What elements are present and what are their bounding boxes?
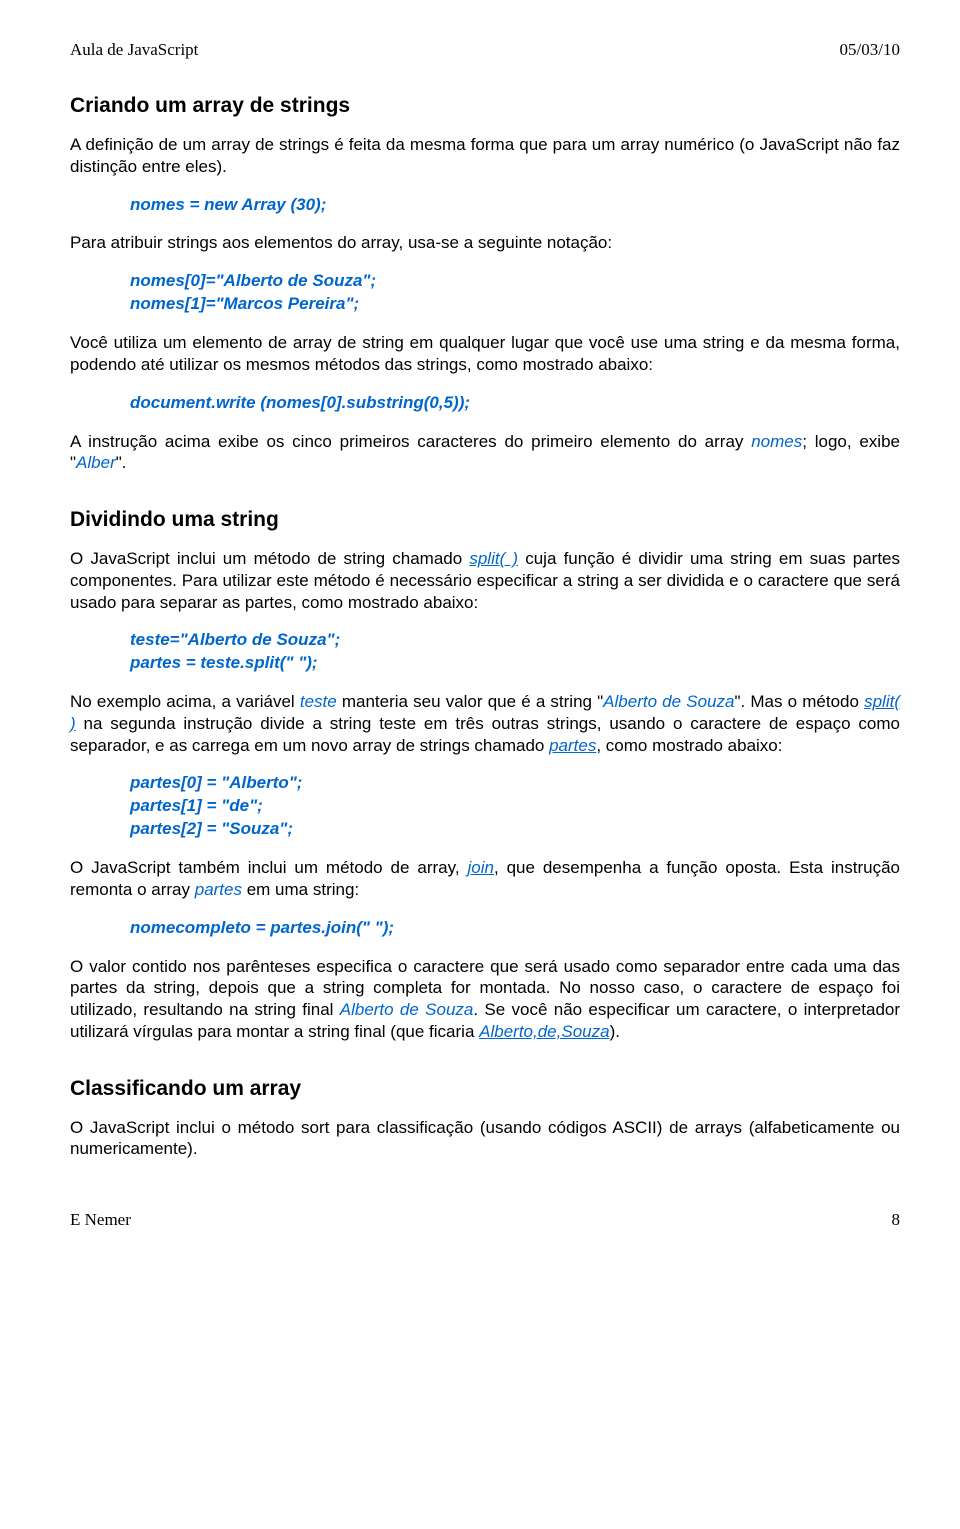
code-block: partes[0] = "Alberto"; partes[1] = "de";… bbox=[130, 772, 900, 841]
code-block: nomecompleto = partes.join(" "); bbox=[130, 917, 900, 940]
code-line: teste="Alberto de Souza"; bbox=[130, 630, 340, 649]
page-header: Aula de JavaScript 05/03/10 bbox=[70, 40, 900, 60]
heading-dividindo-string: Dividindo uma string bbox=[70, 508, 900, 532]
paragraph: O JavaScript inclui o método sort para c… bbox=[70, 1117, 900, 1161]
footer-page-number: 8 bbox=[892, 1210, 901, 1230]
code-line: nomes[0]="Alberto de Souza"; bbox=[130, 271, 376, 290]
header-left: Aula de JavaScript bbox=[70, 40, 198, 60]
inline-code: partes bbox=[195, 880, 242, 899]
text: O JavaScript inclui um método de string … bbox=[70, 549, 469, 568]
paragraph: O JavaScript também inclui um método de … bbox=[70, 857, 900, 901]
heading-criando-array-strings: Criando um array de strings bbox=[70, 94, 900, 118]
inline-code: teste bbox=[300, 692, 337, 711]
text: ". bbox=[116, 453, 127, 472]
text: , como mostrado abaixo: bbox=[596, 736, 782, 755]
text: O JavaScript também inclui um método de … bbox=[70, 858, 467, 877]
inline-link: join bbox=[467, 858, 493, 877]
header-right: 05/03/10 bbox=[840, 40, 900, 60]
code-line: partes[0] = "Alberto"; bbox=[130, 773, 302, 792]
inline-link: Alberto,de,Souza bbox=[479, 1022, 609, 1041]
code-block: nomes = new Array (30); bbox=[130, 194, 900, 217]
inline-code: nomes bbox=[751, 432, 802, 451]
text: em uma string: bbox=[242, 880, 359, 899]
inline-code: Alber bbox=[76, 453, 116, 472]
heading-classificando-array: Classificando um array bbox=[70, 1077, 900, 1101]
code-block: nomes[0]="Alberto de Souza"; nomes[1]="M… bbox=[130, 270, 900, 316]
text: manteria seu valor que é a string " bbox=[337, 692, 603, 711]
inline-link: partes bbox=[549, 736, 596, 755]
paragraph: Para atribuir strings aos elementos do a… bbox=[70, 232, 900, 254]
inline-link: split( ) bbox=[469, 549, 518, 568]
paragraph: A definição de um array de strings é fei… bbox=[70, 134, 900, 178]
text: A instrução acima exibe os cinco primeir… bbox=[70, 432, 751, 451]
code-line: partes[2] = "Souza"; bbox=[130, 819, 293, 838]
text: No exemplo acima, a variável bbox=[70, 692, 300, 711]
text: ". Mas o método bbox=[734, 692, 864, 711]
paragraph: O valor contido nos parênteses especific… bbox=[70, 956, 900, 1043]
code-block: document.write (nomes[0].substring(0,5))… bbox=[130, 392, 900, 415]
paragraph: Você utiliza um elemento de array de str… bbox=[70, 332, 900, 376]
paragraph: No exemplo acima, a variável teste mante… bbox=[70, 691, 900, 756]
page-footer: E Nemer 8 bbox=[70, 1210, 900, 1230]
paragraph: A instrução acima exibe os cinco primeir… bbox=[70, 431, 900, 475]
inline-code: Alberto de Souza bbox=[340, 1000, 474, 1019]
text: ). bbox=[610, 1022, 620, 1041]
code-line: partes = teste.split(" "); bbox=[130, 653, 318, 672]
paragraph: O JavaScript inclui um método de string … bbox=[70, 548, 900, 613]
code-line: nomes[1]="Marcos Pereira"; bbox=[130, 294, 359, 313]
code-line: partes[1] = "de"; bbox=[130, 796, 263, 815]
code-block: teste="Alberto de Souza"; partes = teste… bbox=[130, 629, 900, 675]
document-page: Aula de JavaScript 05/03/10 Criando um a… bbox=[0, 0, 960, 1270]
inline-code: Alberto de Souza bbox=[603, 692, 734, 711]
footer-left: E Nemer bbox=[70, 1210, 131, 1230]
